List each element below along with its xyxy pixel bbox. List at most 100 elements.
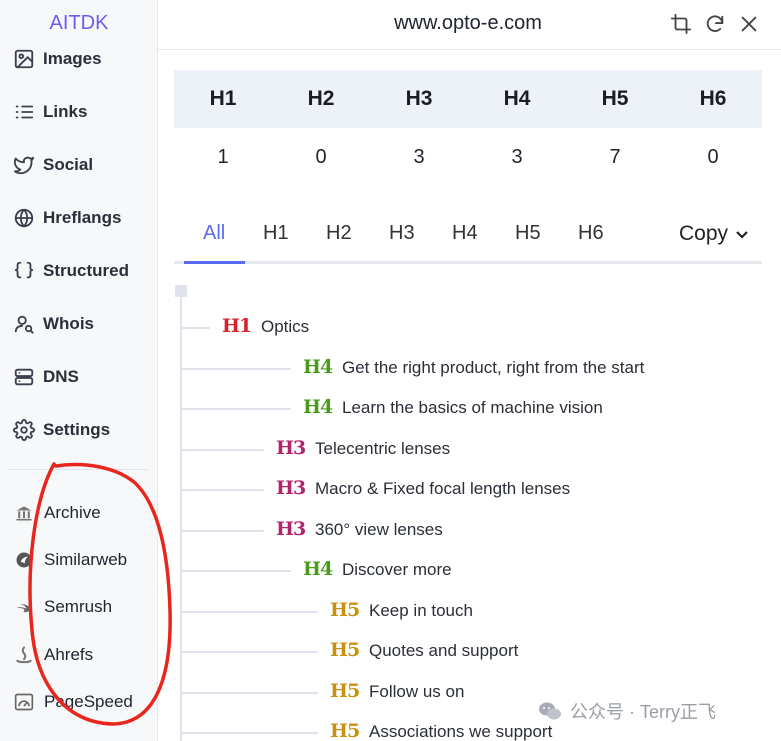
count-header-h1: H1: [209, 87, 237, 110]
sidebar-link-label: Semrush: [44, 597, 113, 616]
sidebar-item-social[interactable]: Social: [12, 148, 93, 182]
count-value-h3: 3: [413, 145, 425, 168]
outline-connector: [182, 408, 291, 410]
sidebar-divider: [8, 469, 148, 470]
tab-all[interactable]: All: [203, 222, 225, 245]
twitter-icon: [12, 153, 36, 177]
outline-row: H4 Get the right product, right from the …: [174, 354, 774, 384]
list-icon: [12, 100, 36, 124]
sidebar-link-ahrefs[interactable]: Ahrefs: [12, 639, 93, 671]
image-icon: [12, 47, 36, 71]
heading-text[interactable]: Telecentric lenses: [315, 439, 450, 459]
heading-text[interactable]: Get the right product, right from the st…: [342, 358, 644, 378]
tab-h1[interactable]: H1: [263, 222, 289, 245]
heading-text[interactable]: Discover more: [342, 560, 452, 580]
outline-row: H4 Learn the basics of machine vision: [174, 394, 774, 424]
server-icon: [12, 365, 36, 389]
heading-level-badge: H5: [330, 598, 360, 621]
heading-level-badge: H5: [330, 679, 360, 702]
sidebar-link-similarweb[interactable]: Similarweb: [12, 544, 127, 576]
outline-connector: [182, 732, 318, 734]
count-value-h5: 7: [609, 145, 621, 168]
heading-text[interactable]: Learn the basics of machine vision: [342, 398, 603, 418]
sidebar-item-whois[interactable]: Whois: [12, 307, 94, 341]
heading-text[interactable]: Associations we support: [369, 722, 552, 741]
heading-level-badge: H4: [303, 558, 333, 580]
count-header-h3: H3: [405, 87, 433, 110]
sidebar-item-label: DNS: [43, 367, 79, 386]
sidebar-link-archive[interactable]: Archive: [12, 497, 101, 529]
archive-icon: [12, 501, 36, 525]
heading-text[interactable]: Keep in touch: [369, 601, 473, 621]
outline-row: H3 Macro & Fixed focal length lenses: [174, 475, 774, 505]
count-value-h1: 1: [217, 145, 229, 168]
braces-icon: [12, 259, 36, 283]
heading-level-badge: H1: [222, 315, 252, 337]
outline-row: H4 Discover more: [174, 556, 774, 586]
sidebar-link-label: Archive: [44, 503, 101, 522]
outline-row: H5 Quotes and support: [174, 637, 774, 667]
heading-level-badge: H3: [276, 477, 306, 499]
tab-h4[interactable]: H4: [452, 222, 478, 245]
heading-text[interactable]: 360° view lenses: [315, 520, 443, 540]
globe-icon: [12, 206, 36, 230]
sidebar-item-label: Images: [43, 49, 102, 68]
outline-row: H1 Optics: [174, 313, 774, 343]
sidebar-link-label: Ahrefs: [44, 645, 94, 664]
heading-text[interactable]: Optics: [261, 317, 309, 337]
heading-counts-table: H1 H2 H3 H4 H5 H6 1 0 3 3 7 0: [174, 70, 762, 186]
heading-text[interactable]: Macro & Fixed focal length lenses: [315, 479, 570, 499]
tab-h3[interactable]: H3: [389, 222, 415, 245]
count-value-h2: 0: [315, 145, 327, 168]
outline-row: H5 Keep in touch: [174, 597, 774, 627]
sidebar-item-dns[interactable]: DNS: [12, 360, 79, 394]
sidebar-item-links[interactable]: Links: [12, 95, 87, 129]
sidebar-link-pagespeed[interactable]: PageSpeed: [12, 686, 133, 718]
heading-text[interactable]: Quotes and support: [369, 641, 518, 661]
outline-row: H3 360° view lenses: [174, 516, 774, 546]
heading-text[interactable]: Follow us on: [369, 682, 464, 702]
sidebar-item-structured[interactable]: Structured: [12, 254, 129, 288]
sidebar-link-label: PageSpeed: [44, 692, 133, 711]
user-search-icon: [12, 312, 36, 336]
count-header-h2: H2: [307, 87, 335, 110]
sidebar-link-label: Similarweb: [44, 550, 128, 569]
sidebar-item-label: Structured: [43, 261, 129, 280]
copy-dropdown-button[interactable]: Copy: [679, 222, 750, 246]
outline-row: H3 Telecentric lenses: [174, 435, 774, 465]
count-value-h6: 0: [707, 145, 719, 168]
sidebar-link-semrush[interactable]: Semrush: [12, 591, 112, 623]
count-value-h4: 3: [511, 145, 523, 168]
close-button[interactable]: [736, 11, 762, 37]
heading-level-badge: H5: [330, 639, 360, 661]
heading-level-badge: H5: [330, 720, 360, 741]
count-header-h4: H4: [503, 87, 531, 110]
heading-level-badge: H4: [303, 355, 333, 378]
crop-button[interactable]: [668, 11, 694, 37]
sidebar-item-label: Whois: [43, 314, 94, 333]
copy-label: Copy: [678, 222, 728, 245]
heading-level-badge: H3: [276, 517, 306, 540]
heading-level-badge: H4: [303, 396, 333, 418]
count-header-h5: H5: [601, 87, 629, 110]
outline-connector: [182, 651, 318, 653]
crop-icon: [670, 13, 692, 35]
active-tab-indicator: [184, 261, 245, 264]
refresh-button[interactable]: [702, 11, 728, 37]
wechat-icon: [539, 702, 561, 720]
sidebar-item-label: Social: [43, 155, 94, 174]
tab-h5[interactable]: H5: [515, 222, 541, 245]
brand-logo[interactable]: AITDK: [0, 0, 157, 48]
outline-connector: [182, 570, 291, 572]
ahrefs-icon: [12, 643, 36, 667]
sidebar-item-hreflangs[interactable]: Hreflangs: [12, 201, 121, 235]
tab-h2[interactable]: H2: [326, 222, 352, 245]
tab-h6[interactable]: H6: [578, 222, 604, 245]
sidebar-item-label: Links: [43, 102, 88, 121]
refresh-icon: [706, 15, 724, 32]
similarweb-icon: [12, 548, 36, 572]
count-header-h6: H6: [699, 87, 727, 110]
sidebar: AITDK Images Links Social Hreflangs Stru…: [0, 0, 158, 741]
outline-connector: [182, 367, 291, 370]
sidebar-item-settings[interactable]: Settings: [12, 413, 110, 447]
